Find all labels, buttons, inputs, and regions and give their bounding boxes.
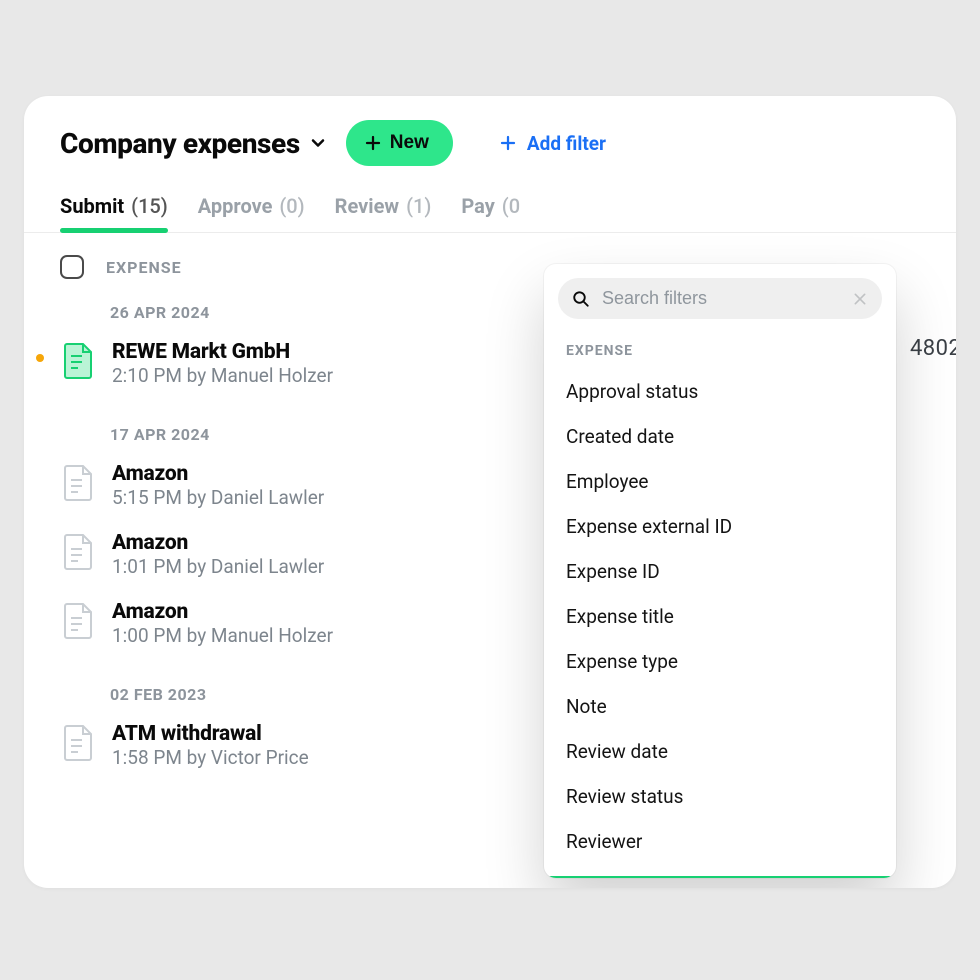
document-icon (64, 724, 94, 762)
document-icon (64, 533, 94, 571)
tab-label: Pay (461, 194, 494, 218)
column-label-expense: EXPENSE (106, 258, 182, 277)
filter-section: EXPENSE Approval status Created date Emp… (544, 327, 896, 878)
plus-icon (364, 134, 382, 152)
title-dropdown[interactable]: Company expenses (60, 127, 328, 160)
document-icon (64, 342, 94, 380)
filter-section-title: EXPENSE (566, 343, 874, 359)
header-bar: Company expenses New Add filter (24, 96, 956, 184)
tab-bar: Submit (15) Approve (0) Review (1) Pay (… (24, 184, 956, 233)
tab-count: (0 (502, 194, 520, 218)
plus-icon (499, 134, 517, 152)
close-icon[interactable] (852, 291, 868, 307)
filter-option[interactable]: Expense external ID (566, 504, 874, 549)
filter-search-box[interactable] (558, 278, 882, 319)
page-title: Company expenses (60, 127, 300, 160)
filter-option[interactable]: Review status (566, 774, 874, 819)
add-filter-label: Add filter (527, 132, 606, 155)
filter-option[interactable]: Approval status (566, 369, 874, 414)
new-button-label: New (390, 132, 429, 154)
search-icon (572, 290, 590, 308)
tab-pay[interactable]: Pay (0 (461, 184, 520, 232)
select-all-checkbox[interactable] (60, 255, 84, 279)
expense-extra: 4802207 (910, 336, 956, 361)
chevron-down-icon (308, 133, 328, 153)
status-dot-icon (36, 354, 44, 362)
filter-option[interactable]: Employee (566, 459, 874, 504)
tab-submit[interactable]: Submit (15) (60, 184, 168, 232)
tab-label: Review (335, 194, 399, 218)
filter-option[interactable]: Created date (566, 414, 874, 459)
filter-search-input[interactable] (602, 288, 840, 309)
filter-popup: EXPENSE Approval status Created date Emp… (544, 264, 896, 878)
tab-label: Approve (198, 194, 273, 218)
tab-count: (15) (131, 194, 168, 218)
document-icon (64, 464, 94, 502)
filter-option[interactable]: Expense title (566, 594, 874, 639)
tab-count: (0) (279, 194, 304, 218)
filter-option[interactable]: Expense ID (566, 549, 874, 594)
add-filter-button[interactable]: Add filter (499, 132, 606, 155)
document-icon (64, 602, 94, 640)
tab-review[interactable]: Review (1) (335, 184, 432, 232)
new-button[interactable]: New (346, 120, 453, 166)
filter-option[interactable]: Note (566, 684, 874, 729)
tab-label: Submit (60, 194, 124, 218)
tab-approve[interactable]: Approve (0) (198, 184, 305, 232)
filter-option[interactable]: Reviewer (566, 819, 874, 864)
filter-option[interactable]: Review date (566, 729, 874, 774)
tab-count: (1) (406, 194, 431, 218)
filter-option[interactable]: Expense type (566, 639, 874, 684)
app-window: Company expenses New Add filter Submit (… (24, 96, 956, 888)
